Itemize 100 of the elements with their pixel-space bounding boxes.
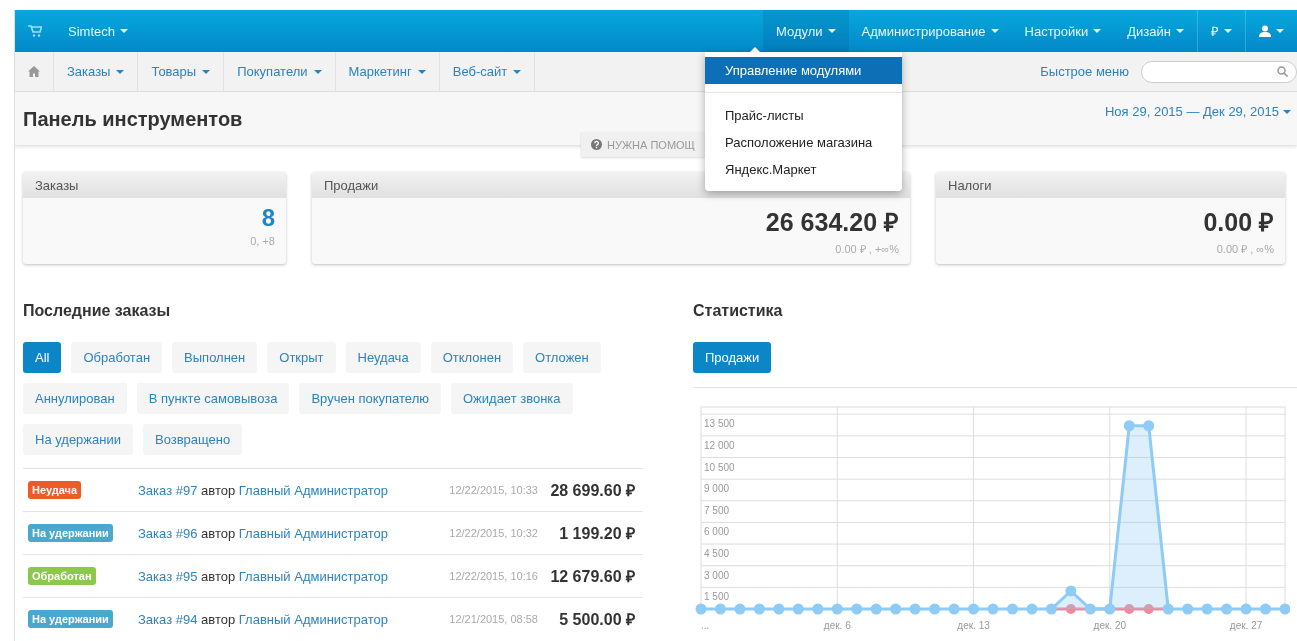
status-filter[interactable]: В пункте самовывоза [136,383,290,414]
card-value: 26 634.20 ₽ [765,207,899,238]
top-menu-item[interactable]: Модули [763,10,849,52]
data-point [929,603,941,615]
order-date: 12/22/2015, 10:32 [448,527,538,539]
data-point [1162,603,1174,615]
status-filter[interactable]: Возвращено [143,424,243,455]
nav-menu-item[interactable]: Маркетинг [335,52,440,91]
data-point [1240,603,1252,615]
card-change: 0.00 ₽ , +∞% [835,242,899,256]
card-title: Заказы [35,178,79,193]
status-filter[interactable]: Ожидает звонка [451,383,573,414]
y-tick-label: 3 000 [704,569,730,581]
data-point [909,603,921,615]
order-date: 12/22/2015, 10:16 [448,570,538,582]
card-title: Продажи [324,178,379,193]
status-filter[interactable]: All [23,342,62,373]
date-range-picker[interactable]: Ноя 29, 2015 — Дек 29, 2015 [1104,104,1291,119]
section-title: Последние заказы [23,302,172,320]
status-filter[interactable]: Открыт [267,342,336,373]
nav-menu-item[interactable]: Заказы [54,52,139,91]
data-point [948,603,960,615]
status-filter[interactable]: Неудача [345,342,421,373]
y-tick-label: 12 000 [704,439,735,451]
data-point [812,603,824,615]
order-total: 1 199.20 ₽ [558,524,635,544]
order-link[interactable]: Заказ #95 [138,568,198,584]
author-link[interactable]: Главный Администратор [238,611,388,627]
card-title: Налоги [948,178,992,193]
data-point [851,603,863,615]
data-point [1182,603,1194,615]
x-tick-label: дек. 6 [823,620,851,631]
card-value: 0.00 ₽ [1203,207,1274,238]
dropdown-item[interactable]: Расположение магазина [705,129,902,156]
status-filter[interactable]: Отклонен [430,342,514,373]
data-point [1123,420,1135,432]
home-icon[interactable] [28,66,40,77]
status-filter[interactable]: Отложен [523,342,601,373]
status-filter[interactable]: Аннулирован [23,383,127,414]
y-tick-label: 4 500 [704,548,730,560]
data-point [1124,604,1135,614]
dropdown-item[interactable]: Яндекс.Маркет [705,156,902,183]
data-point [734,603,746,615]
data-point [714,603,726,615]
data-point [1026,603,1038,615]
data-point [695,603,707,615]
data-point [773,603,785,615]
x-tick-label: дек. 13 [957,620,990,631]
order-link[interactable]: Заказ #94 [138,611,198,627]
order-total: 12 679.60 ₽ [549,567,635,587]
cart-icon[interactable] [28,25,42,37]
data-point [831,603,843,615]
order-link[interactable]: Заказ #96 [138,525,198,541]
top-menu-item[interactable]: Администрирование [848,10,1012,52]
order-description: Заказ #94 автор Главный Администратор [138,611,389,627]
help-tab[interactable]: НУЖНА ПОМОЩ [581,132,705,157]
user-icon [1259,25,1271,37]
author-link[interactable]: Главный Администратор [238,482,388,498]
status-filter[interactable]: Вручен покупателю [299,383,441,414]
search-field[interactable] [1141,60,1297,83]
dropdown-item[interactable]: Управление модулями [705,57,902,84]
quick-menu-link[interactable]: Быстрое меню [1040,64,1129,79]
y-tick-label: 13 500 [704,418,735,430]
x-tick-label: дек. 27 [1229,620,1263,631]
y-tick-label: 6 000 [704,526,730,538]
chart-tab[interactable]: Продажи [693,342,772,373]
nav-menu-item[interactable]: Покупатели [224,52,336,91]
page-title: Панель инструментов [23,108,243,131]
status-filter[interactable]: Обработан [71,342,163,373]
status-label: Неудача [28,481,82,499]
order-link[interactable]: Заказ #97 [138,482,198,498]
author-link[interactable]: Главный Администратор [238,568,388,584]
status-filter[interactable]: Выполнен [172,342,258,373]
data-point [1143,420,1155,432]
order-date: 12/21/2015, 08:58 [448,613,538,625]
top-menu-item[interactable]: Настройки [1011,10,1115,52]
data-point [1104,603,1116,615]
data-point [1221,603,1233,615]
card-change: 0.00 ₽ , ∞% [1216,242,1274,256]
order-total: 5 500.00 ₽ [558,610,635,630]
data-point [1065,604,1076,614]
y-tick-label: 9 000 [704,483,730,495]
data-point [1084,603,1096,615]
data-point [1045,603,1057,615]
order-description: Заказ #96 автор Главный Администратор [138,525,389,541]
store-menu[interactable]: Simtech [55,10,141,52]
nav-menu-item[interactable]: Веб-сайт [439,52,536,91]
data-point [1065,585,1077,597]
dropdown-item[interactable]: Прайс-листы [705,102,902,129]
author-link[interactable]: Главный Администратор [238,525,388,541]
nav-menu-item[interactable]: Товары [138,52,225,91]
order-total: 28 699.60 ₽ [549,481,635,501]
top-menu-item[interactable]: Дизайн [1114,10,1197,52]
card-value: 8 [261,204,275,232]
status-filter[interactable]: На удержании [23,424,133,455]
order-date: 12/22/2015, 10:33 [448,484,538,496]
data-point [1279,603,1290,615]
order-description: Заказ #95 автор Главный Администратор [138,568,389,584]
data-point [792,603,804,615]
y-tick-label: 1 500 [704,591,730,603]
